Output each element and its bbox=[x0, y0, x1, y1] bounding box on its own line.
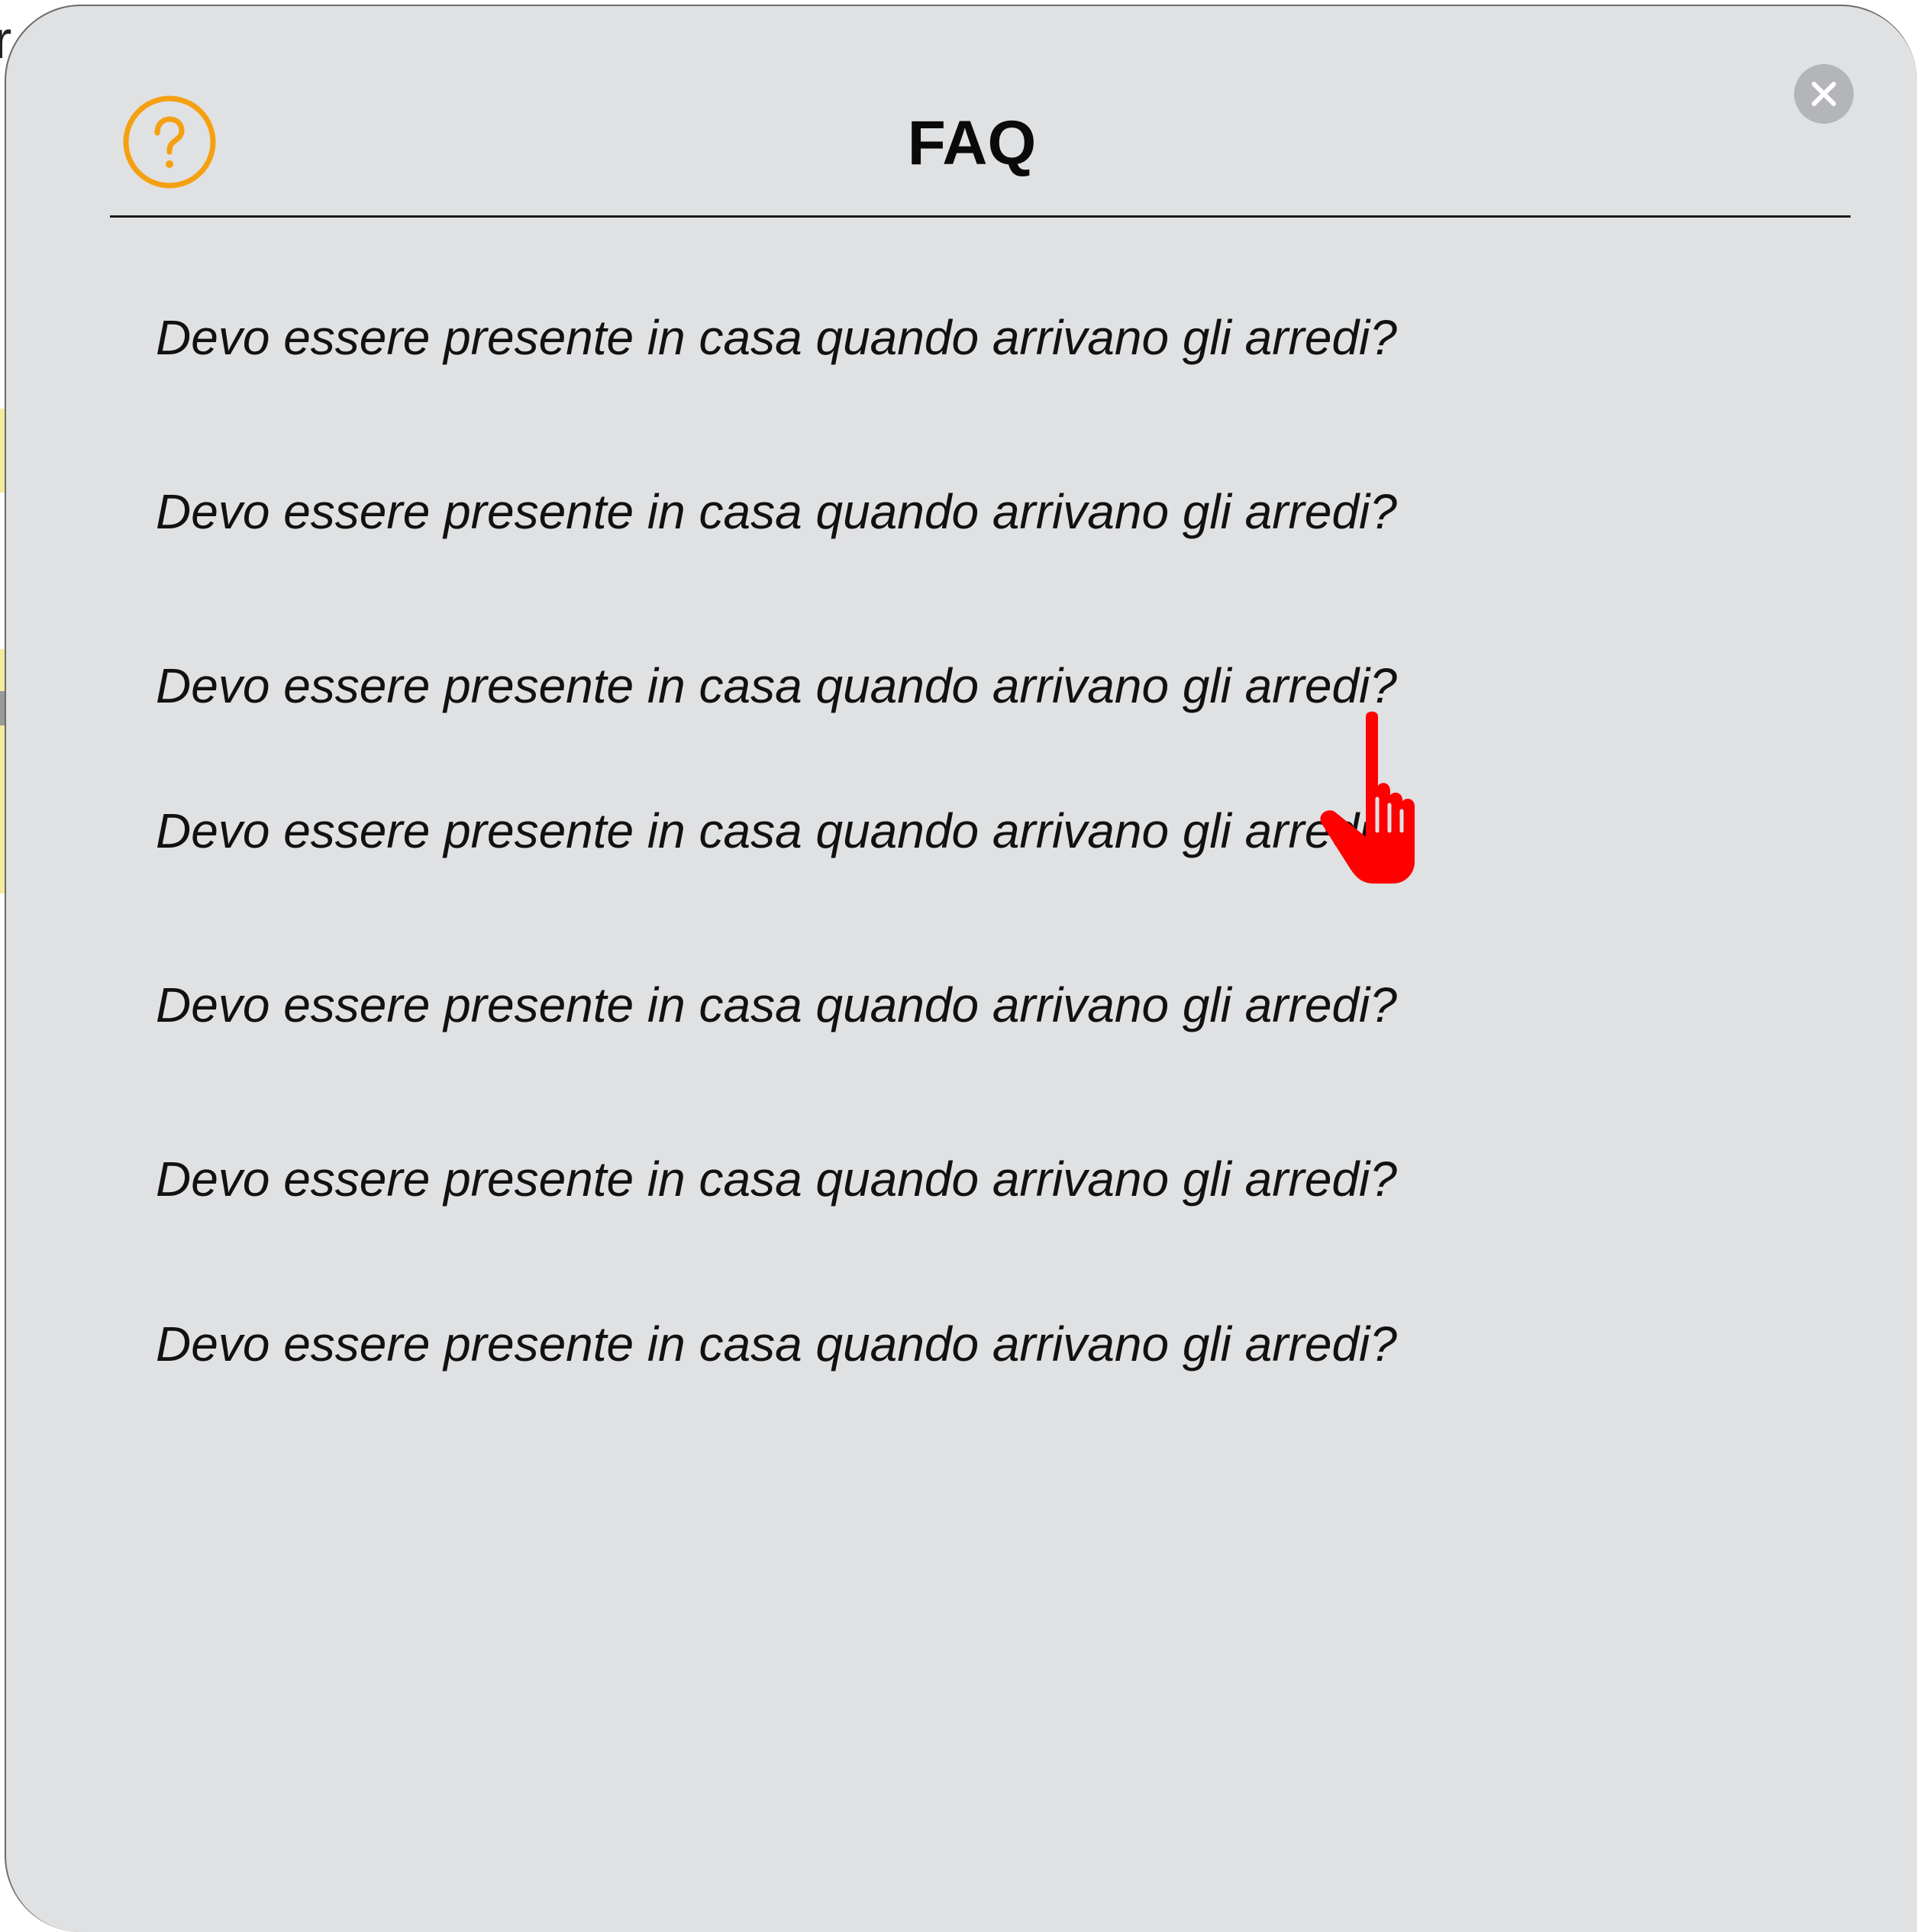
faq-question[interactable]: Devo essere presente in casa quando arri… bbox=[156, 800, 1397, 861]
faq-question[interactable]: Devo essere presente in casa quando arri… bbox=[156, 481, 1397, 542]
faq-question[interactable]: Devo essere presente in casa quando arri… bbox=[156, 1313, 1397, 1375]
faq-question[interactable]: Devo essere presente in casa quando arri… bbox=[156, 655, 1397, 716]
title-divider bbox=[110, 215, 1851, 218]
faq-modal: FAQ Devo essere presente in casa quando … bbox=[5, 5, 1917, 1932]
faq-question[interactable]: Devo essere presente in casa quando arri… bbox=[156, 974, 1397, 1035]
faq-question[interactable]: Devo essere presente in casa quando arri… bbox=[156, 307, 1397, 368]
modal-title: FAQ bbox=[907, 108, 1037, 178]
close-icon bbox=[1812, 82, 1836, 106]
close-button[interactable] bbox=[1794, 64, 1854, 124]
faq-question[interactable]: Devo essere presente in casa quando arri… bbox=[156, 1149, 1397, 1210]
